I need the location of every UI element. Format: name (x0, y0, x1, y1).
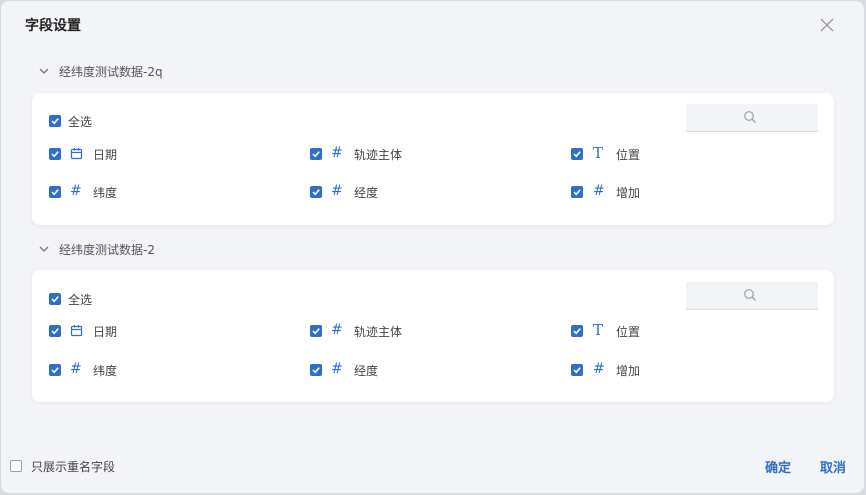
section-header-2[interactable]: 经纬度测试数据-2 (37, 240, 155, 258)
field-checkbox-latitude[interactable] (49, 364, 61, 376)
field-label: 经度 (354, 186, 379, 200)
field-card-2: 全选 日期 # 轨迹主体 T 位置 # 纬度 # 经度 # 增加 (32, 270, 834, 402)
select-all-label: 全选 (68, 293, 93, 307)
field-checkbox-latitude[interactable] (49, 186, 61, 198)
field-label: 增加 (616, 186, 641, 200)
hash-icon: # (331, 322, 343, 338)
chevron-down-icon (39, 68, 49, 74)
field-checkbox-increase[interactable] (571, 186, 583, 198)
field-checkbox-increase[interactable] (571, 364, 583, 376)
section-title: 经纬度测试数据-2q (59, 64, 163, 79)
section-title: 经纬度测试数据-2 (59, 242, 155, 257)
search-input[interactable] (686, 104, 818, 132)
calendar-icon (70, 148, 83, 160)
field-checkbox-location[interactable] (571, 325, 583, 337)
hash-icon: # (331, 145, 343, 161)
search-icon (744, 111, 756, 123)
search-input[interactable] (686, 282, 818, 310)
field-label: 轨迹主体 (354, 325, 403, 339)
field-checkbox-longitude[interactable] (310, 364, 322, 376)
field-card-1: 全选 日期 # 轨迹主体 T 位置 # 纬度 # 经度 # 增加 (32, 93, 834, 225)
field-settings-dialog: 字段设置 经纬度测试数据-2q 全选 日期 # 轨迹主体 T 位置 # 纬度 #… (1, 1, 864, 493)
search-icon (744, 289, 756, 301)
show-duplicates-label: 只展示重名字段 (31, 460, 116, 474)
field-label: 增加 (616, 364, 641, 378)
field-checkbox-track-subject[interactable] (310, 325, 322, 337)
hash-icon: # (593, 183, 605, 199)
close-icon[interactable] (818, 16, 836, 34)
chevron-down-icon (39, 246, 49, 252)
dialog-title: 字段设置 (25, 18, 81, 34)
field-label: 轨迹主体 (354, 148, 403, 162)
field-checkbox-date[interactable] (49, 148, 61, 160)
section-header-1[interactable]: 经纬度测试数据-2q (37, 62, 163, 80)
hash-icon: # (331, 183, 343, 199)
field-label: 位置 (616, 325, 641, 339)
field-checkbox-location[interactable] (571, 148, 583, 160)
text-type-icon: T (593, 321, 604, 339)
show-duplicates-checkbox[interactable] (10, 460, 22, 472)
hash-icon: # (331, 361, 343, 377)
confirm-button[interactable]: 确定 (765, 457, 791, 476)
field-label: 纬度 (93, 364, 118, 378)
field-label: 日期 (93, 148, 118, 162)
field-checkbox-track-subject[interactable] (310, 148, 322, 160)
dialog-header: 字段设置 (1, 1, 864, 51)
hash-icon: # (593, 361, 605, 377)
field-label: 经度 (354, 364, 379, 378)
select-all-label: 全选 (68, 115, 93, 129)
field-label: 日期 (93, 325, 118, 339)
field-label: 纬度 (93, 186, 118, 200)
field-checkbox-longitude[interactable] (310, 186, 322, 198)
select-all-checkbox[interactable] (49, 293, 61, 305)
calendar-icon (70, 325, 83, 337)
field-label: 位置 (616, 148, 641, 162)
hash-icon: # (70, 361, 82, 377)
hash-icon: # (70, 183, 82, 199)
field-checkbox-date[interactable] (49, 325, 61, 337)
cancel-button[interactable]: 取消 (820, 457, 846, 476)
text-type-icon: T (593, 144, 604, 162)
select-all-checkbox[interactable] (49, 115, 61, 127)
